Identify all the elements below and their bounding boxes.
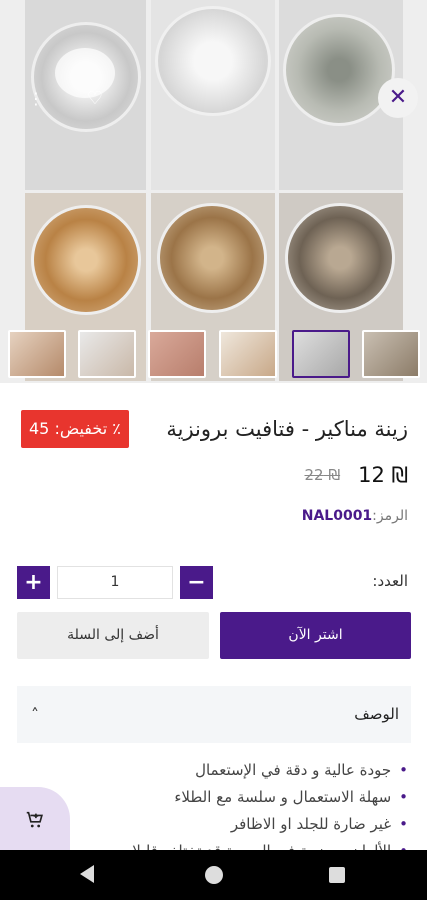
- add-to-cart-icon: [26, 811, 43, 827]
- description-list: جودة عالية و دقة في الإستعمال سهلة الاست…: [28, 757, 408, 865]
- close-icon[interactable]: ✕: [378, 78, 418, 118]
- sku-value: NAL0001: [301, 508, 373, 524]
- thumbnail-strip: [0, 326, 427, 380]
- quantity-label: العدد:: [372, 572, 408, 590]
- description-title: الوصف: [354, 705, 399, 723]
- product-gallery[interactable]: ⋮ ♡ ✕: [0, 0, 427, 383]
- price-current: ₪ 12: [358, 463, 408, 487]
- price-row: ₪ 12 ₪ 22: [304, 460, 408, 490]
- description-accordion-header[interactable]: الوصف ˄: [17, 686, 411, 743]
- buy-now-button[interactable]: اشتر الآن: [220, 612, 411, 659]
- thumbnail[interactable]: [148, 330, 206, 378]
- thumbnail-active[interactable]: [292, 330, 350, 378]
- thumbnail[interactable]: [8, 330, 66, 378]
- increase-quantity-button[interactable]: +: [17, 566, 50, 599]
- list-item: غير ضارة للجلد او الاظافر: [28, 811, 408, 838]
- list-item: سهلة الاستعمال و سلسة مع الطلاء: [28, 784, 408, 811]
- list-item: جودة عالية و دقة في الإستعمال: [28, 757, 408, 784]
- quantity-stepper: + 1 −: [17, 566, 213, 600]
- quantity-input[interactable]: 1: [57, 566, 173, 599]
- add-to-cart-button[interactable]: أضف إلى السلة: [17, 612, 209, 659]
- home-icon[interactable]: [205, 866, 223, 884]
- decrease-quantity-button[interactable]: −: [180, 566, 213, 599]
- chevron-up-icon: ˄: [31, 705, 39, 724]
- more-options-icon[interactable]: ⋮: [28, 88, 44, 110]
- back-icon[interactable]: [80, 865, 94, 883]
- system-navigation-bar: [0, 850, 427, 900]
- recent-apps-icon[interactable]: [329, 867, 345, 883]
- title-row: تخفيض: 45 ٪ زينة مناكير - فتافيت برونزية: [0, 410, 427, 450]
- thumbnail[interactable]: [362, 330, 420, 378]
- price-old: ₪ 22: [304, 466, 341, 484]
- thumbnail[interactable]: [78, 330, 136, 378]
- product-title: زينة مناكير - فتافيت برونزية: [166, 417, 408, 441]
- sku-row: الرمز:NAL0001: [302, 508, 408, 524]
- sku-label: الرمز:: [372, 508, 408, 524]
- floating-cart-button[interactable]: [0, 787, 70, 850]
- thumbnail[interactable]: [219, 330, 277, 378]
- gallery-image[interactable]: [151, 0, 275, 190]
- heart-icon[interactable]: ♡: [84, 88, 106, 110]
- discount-badge: تخفيض: 45 ٪: [21, 410, 129, 448]
